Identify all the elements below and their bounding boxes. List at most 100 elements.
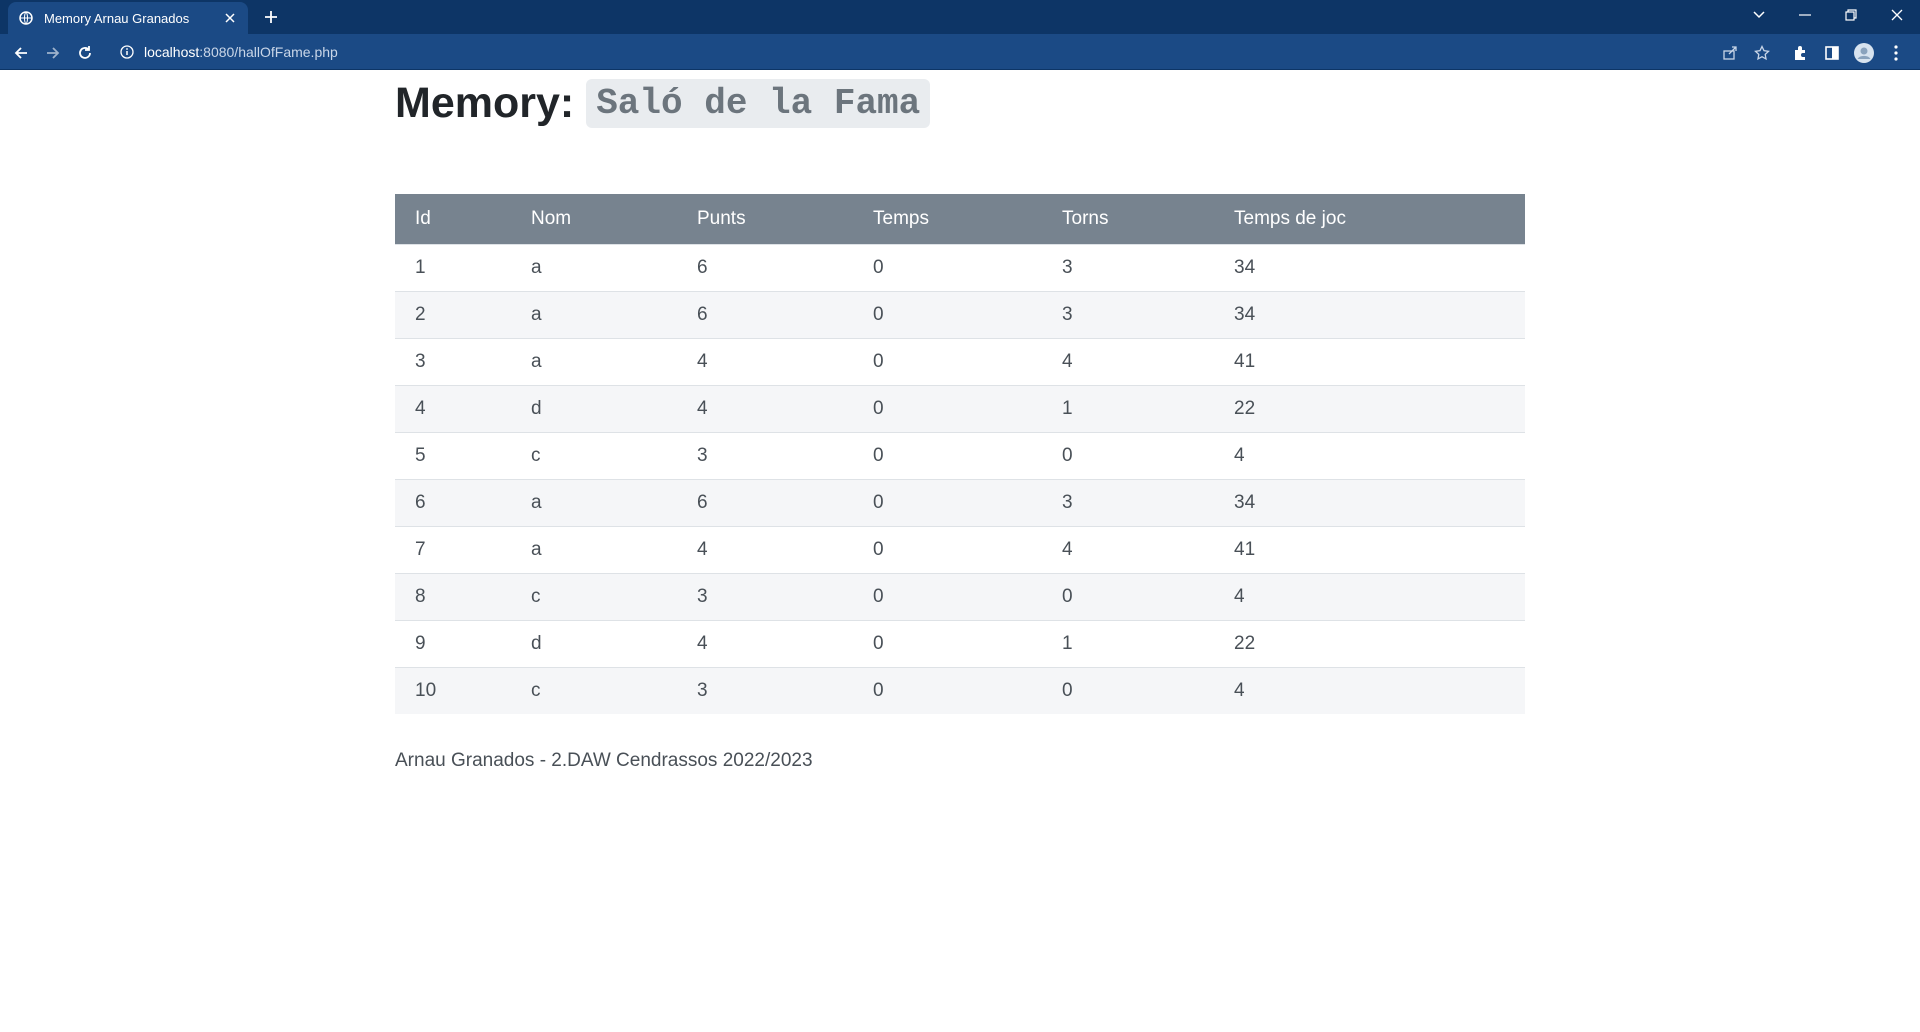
cell-temps-de-joc: 34 <box>1214 290 1525 338</box>
cell-punts: 6 <box>677 478 853 526</box>
cell-id: 8 <box>395 572 511 620</box>
reload-icon[interactable] <box>72 40 98 66</box>
globe-icon <box>18 10 34 26</box>
cell-torns: 1 <box>1042 384 1214 432</box>
cell-temps: 0 <box>853 431 1042 479</box>
cell-temps: 0 <box>853 290 1042 338</box>
cell-torns: 4 <box>1042 337 1214 385</box>
cell-nom: a <box>511 243 677 291</box>
cell-punts: 6 <box>677 243 853 291</box>
page-title-main: Memory: <box>395 78 575 127</box>
table-row: 7 a 4 0 4 41 <box>395 525 1525 573</box>
cell-temps: 0 <box>853 619 1042 667</box>
cell-temps: 0 <box>853 337 1042 385</box>
cell-id: 9 <box>395 619 511 667</box>
share-icon[interactable] <box>1718 41 1742 65</box>
cell-temps-de-joc: 34 <box>1214 478 1525 526</box>
tab-title: Memory Arnau Granados <box>44 10 190 26</box>
column-header-temps: Temps <box>873 207 929 229</box>
cell-temps: 0 <box>853 525 1042 573</box>
cell-temps-de-joc: 41 <box>1214 337 1525 385</box>
cell-punts: 3 <box>677 431 853 479</box>
cell-id: 6 <box>395 478 511 526</box>
new-tab-icon[interactable] <box>260 6 282 28</box>
table-row: 3 a 4 0 4 41 <box>395 337 1525 385</box>
cell-torns: 0 <box>1042 572 1214 620</box>
cell-temps: 0 <box>853 384 1042 432</box>
column-header-temps-de-joc: Temps de joc <box>1234 207 1346 229</box>
table-header-row: Id Nom Punts Temps Torns Temps de joc <box>395 194 1525 244</box>
bookmark-star-icon[interactable] <box>1750 41 1774 65</box>
cell-temps: 0 <box>853 666 1042 714</box>
cell-punts: 4 <box>677 619 853 667</box>
info-icon[interactable] <box>118 43 136 61</box>
table-row: 1 a 6 0 3 34 <box>395 243 1525 291</box>
browser-tab[interactable]: Memory Arnau Granados <box>8 2 248 34</box>
cell-punts: 3 <box>677 572 853 620</box>
cell-torns: 0 <box>1042 666 1214 714</box>
cell-id: 1 <box>395 243 511 291</box>
forward-icon[interactable] <box>40 40 66 66</box>
page-title: Memory: Saló de la Fama <box>395 70 1525 136</box>
cell-nom: a <box>511 525 677 573</box>
cell-nom: a <box>511 337 677 385</box>
page-content: Memory: Saló de la Fama Id Nom Punts Tem… <box>395 70 1525 714</box>
url-path: :8080/hallOfFame.php <box>199 44 338 60</box>
table-row: 9 d 4 0 1 22 <box>395 619 1525 667</box>
cell-punts: 4 <box>677 384 853 432</box>
cell-nom: c <box>511 431 677 479</box>
column-header-punts: Punts <box>697 207 746 229</box>
tab-search-icon[interactable] <box>1736 0 1782 30</box>
cell-punts: 6 <box>677 290 853 338</box>
cell-nom: a <box>511 290 677 338</box>
cell-temps: 0 <box>853 478 1042 526</box>
cell-temps-de-joc: 22 <box>1214 619 1525 667</box>
page-title-code: Saló de la Fama <box>586 78 931 128</box>
column-header-torns: Torns <box>1062 207 1109 229</box>
close-window-icon[interactable] <box>1874 0 1920 30</box>
close-tab-icon[interactable] <box>222 10 238 26</box>
cell-nom: a <box>511 478 677 526</box>
cell-torns: 1 <box>1042 619 1214 667</box>
cell-nom: d <box>511 384 677 432</box>
cell-punts: 4 <box>677 525 853 573</box>
cell-temps-de-joc: 4 <box>1214 666 1525 714</box>
cell-id: 7 <box>395 525 511 573</box>
cell-id: 10 <box>395 666 511 714</box>
menu-kebab-icon[interactable] <box>1884 41 1908 65</box>
back-icon[interactable] <box>8 40 34 66</box>
cell-temps-de-joc: 41 <box>1214 525 1525 573</box>
cell-torns: 0 <box>1042 431 1214 479</box>
cell-punts: 3 <box>677 666 853 714</box>
extensions-icon[interactable] <box>1788 41 1812 65</box>
cell-nom: c <box>511 666 677 714</box>
side-panel-icon[interactable] <box>1820 41 1844 65</box>
address-bar[interactable]: localhost:8080/hallOfFame.php <box>110 38 1710 66</box>
cell-torns: 4 <box>1042 525 1214 573</box>
table-row: 8 c 3 0 0 4 <box>395 572 1525 620</box>
cell-torns: 3 <box>1042 290 1214 338</box>
browser-tab-strip: Memory Arnau Granados <box>0 0 1920 34</box>
cell-temps-de-joc: 4 <box>1214 431 1525 479</box>
cell-temps-de-joc: 22 <box>1214 384 1525 432</box>
cell-id: 3 <box>395 337 511 385</box>
restore-icon[interactable] <box>1828 0 1874 30</box>
cell-temps-de-joc: 34 <box>1214 243 1525 291</box>
table-row: 10 c 3 0 0 4 <box>395 666 1525 714</box>
profile-avatar-icon[interactable] <box>1852 41 1876 65</box>
cell-temps: 0 <box>853 572 1042 620</box>
table-row: 5 c 3 0 0 4 <box>395 431 1525 479</box>
minimize-icon[interactable] <box>1782 0 1828 30</box>
browser-toolbar: localhost:8080/hallOfFame.php <box>0 34 1920 70</box>
table-row: 2 a 6 0 3 34 <box>395 290 1525 338</box>
table-row: 6 a 6 0 3 34 <box>395 478 1525 526</box>
cell-torns: 3 <box>1042 478 1214 526</box>
hall-of-fame-table: Id Nom Punts Temps Torns Temps de joc 1 … <box>395 194 1525 714</box>
cell-temps-de-joc: 4 <box>1214 572 1525 620</box>
page-footer: Arnau Granados - 2.DAW Cendrassos 2022/2… <box>395 750 813 771</box>
cell-id: 4 <box>395 384 511 432</box>
cell-temps: 0 <box>853 243 1042 291</box>
column-header-nom: Nom <box>531 207 572 229</box>
cell-id: 2 <box>395 290 511 338</box>
column-header-id: Id <box>415 207 431 229</box>
